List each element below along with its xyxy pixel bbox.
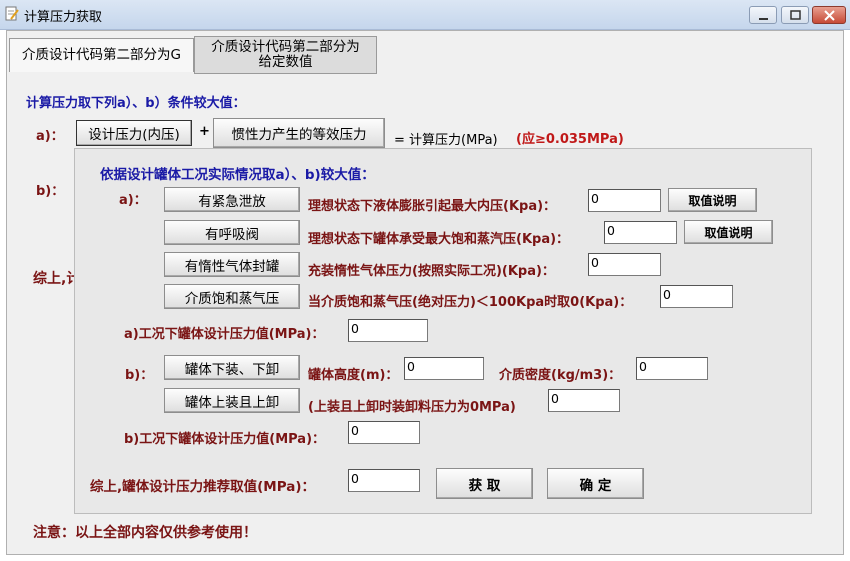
vapor-pressure-label: 当介质饱和蒸气压(绝对压力)＜100Kpa时取0(Kpa)： [308, 295, 633, 310]
liquid-expansion-input[interactable]: 0 [588, 189, 661, 212]
a-result-input[interactable]: 0 [348, 319, 428, 342]
title-bar [0, 0, 850, 30]
saturated-vapor-input[interactable]: 0 [604, 221, 677, 244]
maximize-button[interactable] [781, 6, 809, 24]
vapor-pressure-button[interactable]: 介质饱和蒸气压 [164, 284, 300, 309]
final-label: 综上,罐体设计压力推荐取值(MPa)： [90, 479, 316, 495]
b-result-input[interactable]: 0 [348, 421, 420, 444]
inertia-pressure-button[interactable]: 惯性力产生的等效压力 [213, 118, 385, 148]
minimize-icon [759, 18, 768, 20]
inert-gas-input[interactable]: 0 [588, 253, 661, 276]
app-icon [5, 6, 19, 21]
equals-text: = 计算压力(MPa) [394, 133, 498, 148]
maximize-icon [790, 10, 801, 20]
design-pressure-button[interactable]: 设计压力(内压) [76, 120, 192, 146]
ok-button[interactable]: 确 定 [547, 468, 644, 499]
disclaimer-note: 注意：以上全部内容仅供参考使用！ [33, 525, 257, 541]
a-result-label: a)工况下罐体设计压力值(MPa)： [124, 327, 325, 342]
minimize-button[interactable] [749, 6, 777, 24]
top-load-label: (上装且上卸时装卸料压力为0MPa) [308, 400, 516, 415]
close-button[interactable] [812, 6, 846, 24]
panel-a-label: a)： [119, 193, 147, 208]
medium-density-label: 介质密度(kg/m3)： [499, 368, 622, 383]
close-icon [824, 10, 835, 21]
breather-valve-button[interactable]: 有呼吸阀 [164, 220, 300, 245]
tab-label: 介质设计代码第二部分为G [22, 47, 181, 63]
bottom-load-button[interactable]: 罐体下装、下卸 [164, 355, 300, 380]
main-a-label: a)： [36, 129, 64, 144]
b-result-label: b)工况下罐体设计压力值(MPa)： [124, 432, 326, 447]
get-button[interactable]: 获 取 [436, 468, 533, 499]
help-button-1[interactable]: 取值说明 [668, 188, 757, 212]
tab-given-value[interactable]: 介质设计代码第二部分为 给定数值 [194, 36, 377, 74]
tab-label: 介质设计代码第二部分为 给定数值 [211, 39, 360, 70]
min-pressure-note: (应≥0.035MPa) [516, 132, 624, 147]
top-load-input[interactable]: 0 [548, 389, 620, 412]
tank-height-input[interactable]: 0 [404, 357, 484, 380]
top-load-button[interactable]: 罐体上装且上卸 [164, 388, 300, 413]
inert-gas-label: 充装惰性气体压力(按照实际工况)(Kpa)： [308, 264, 555, 279]
medium-density-input[interactable]: 0 [636, 357, 708, 380]
help-button-2[interactable]: 取值说明 [684, 220, 773, 244]
main-b-label: b)： [36, 184, 65, 199]
panel-b-label: b)： [125, 368, 154, 383]
tank-height-label: 罐体高度(m)： [308, 368, 399, 383]
vapor-pressure-input[interactable]: 0 [660, 285, 733, 308]
emergency-relief-button[interactable]: 有紧急泄放 [164, 187, 300, 212]
saturated-vapor-label: 理想状态下罐体承受最大饱和蒸汽压(Kpa)： [308, 232, 570, 247]
tab-code-g[interactable]: 介质设计代码第二部分为G [9, 38, 194, 72]
panel-heading: 依据设计罐体工况实际情况取a）、b)较大值： [100, 167, 375, 183]
final-value-input[interactable]: 0 [348, 469, 420, 492]
main-heading: 计算压力取下列a）、b）条件较大值： [26, 96, 246, 111]
plus-sign: + [199, 124, 210, 139]
liquid-expansion-label: 理想状态下液体膨胀引起最大内压(Kpa)： [308, 199, 557, 214]
inert-gas-button[interactable]: 有惰性气体封罐 [164, 252, 300, 277]
window-title: 计算压力获取 [24, 10, 103, 25]
